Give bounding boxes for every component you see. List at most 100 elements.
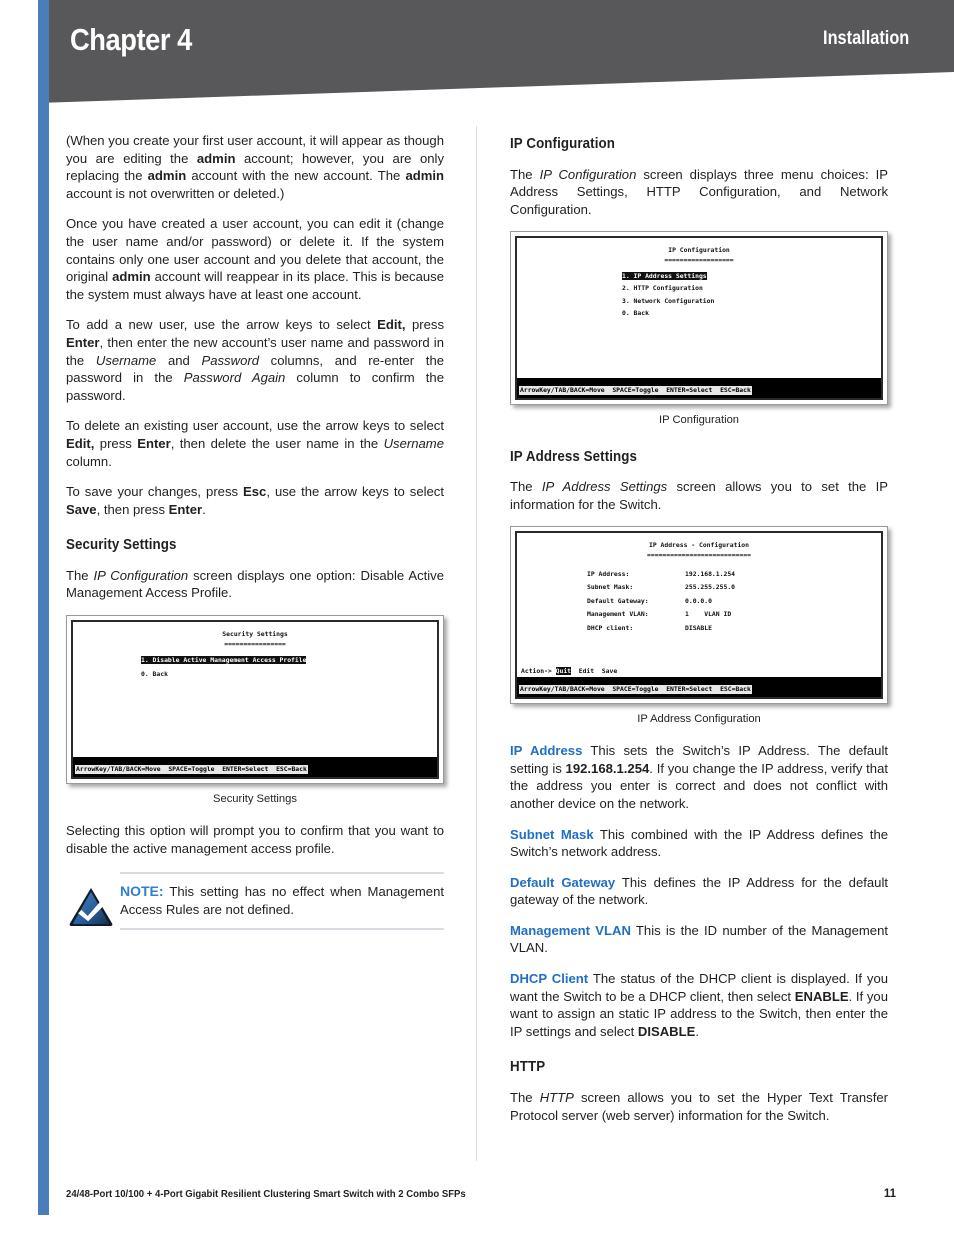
terminal-action-edit-save[interactable]: Edit Save (571, 667, 617, 675)
terminal-status-text: ArrowKey/TAB/BACK=Move SPACE=Toggle ENTE… (519, 386, 752, 396)
terminal-title-ip-address: IP Address - Configuration (648, 541, 750, 550)
note-body: NOTE: This setting has no effect when Ma… (120, 874, 444, 927)
terminal-menu-item-disable-profile[interactable]: 1. Disable Active Management Access Prof… (141, 656, 307, 665)
figure-frame: Security Settings ================ 1. Di… (66, 615, 444, 784)
paragraph-http-intro: The HTTP screen allows you to set the Hy… (510, 1089, 888, 1124)
paragraph-edit-delete-account: Once you have created a user account, yo… (66, 215, 444, 303)
keyword-ip-address: IP Address (510, 743, 583, 759)
heading-ip-configuration: IP Configuration (510, 136, 615, 152)
left-accent-strip (38, 0, 49, 1215)
bold-disable: DISABLE (637, 1023, 696, 1039)
terminal-menu-item-back[interactable]: 0. Back (73, 670, 437, 680)
text: , use the arrow keys to select (266, 484, 444, 500)
left-column: (When you create your first user account… (66, 132, 444, 944)
terminal-status-text: ArrowKey/TAB/BACK=Move SPACE=Toggle ENTE… (75, 765, 308, 775)
bold-enter-3: Enter (168, 501, 203, 517)
keyword-dhcp-client: DHCP Client (510, 971, 589, 987)
footer-product-name: 24/48-Port 10/100 + 4-Port Gigabit Resil… (66, 1189, 466, 1200)
bold-admin-3: admin (405, 168, 444, 184)
italic-ip-address-settings: IP Address Settings (541, 479, 668, 495)
figure-frame: IP Address - Configuration =============… (510, 526, 888, 704)
text: To delete an existing user account, use … (66, 418, 444, 434)
paragraph-ip-configuration-intro: The IP Configuration screen displays thr… (510, 166, 888, 219)
figure-caption-ip-configuration: IP Configuration (658, 413, 740, 426)
terminal-title-underline-security: ================ (224, 639, 286, 648)
terminal-menu-item-network-configuration[interactable]: 3. Network Configuration (517, 297, 881, 307)
terminal-menu-row: 1. Disable Active Management Access Prof… (73, 656, 437, 666)
text: To save your changes, press (66, 484, 244, 500)
terminal-status-text: ArrowKey/TAB/BACK=Move SPACE=Toggle ENTE… (519, 684, 752, 694)
terminal-action-row: Action-> Quit Edit Save (517, 667, 881, 677)
italic-username-1: Username (95, 352, 157, 368)
header-section-title: Installation (822, 28, 909, 49)
terminal-menu-row: 1. IP Address Settings (517, 271, 881, 282)
terminal-field-value[interactable]: 1 VLAN ID (517, 610, 881, 620)
bold-esc: Esc (243, 484, 267, 500)
figure-ip-configuration: IP Configuration ================== 1. I… (510, 231, 888, 429)
text: To add a new user, use the arrow keys to… (66, 317, 378, 333)
terminal-menu-item-http-configuration[interactable]: 2. HTTP Configuration (517, 284, 881, 294)
bold-save: Save (66, 501, 97, 517)
italic-password-again: Password Again (183, 370, 286, 386)
paragraph-security-settings-intro: The IP Configuration screen displays one… (66, 567, 444, 602)
definition-management-vlan: Management VLAN This is the ID number of… (510, 922, 888, 957)
text: press (405, 317, 444, 333)
terminal-title-security: Security Settings (222, 630, 288, 639)
terminal-title-ip-config: IP Configuration (668, 246, 730, 255)
heading-http: HTTP (510, 1059, 546, 1076)
text: , then delete the user name in the (170, 435, 384, 451)
terminal-menu-item-ip-address-settings[interactable]: 1. IP Address Settings (622, 271, 707, 280)
footer-page-number: 11 (883, 1188, 896, 1200)
italic-ip-configuration-2: IP Configuration (539, 166, 637, 182)
bold-default-ip: 192.168.1.254 (565, 760, 650, 776)
bold-enter-1: Enter (66, 334, 100, 350)
check-triangle-icon (68, 887, 114, 927)
figure-security-settings: Security Settings ================ 1. Di… (66, 615, 444, 808)
paragraph-save-changes: To save your changes, press Esc, use the… (66, 483, 444, 518)
figure-frame: IP Configuration ================== 1. I… (510, 231, 888, 405)
keyword-management-vlan: Management VLAN (510, 922, 631, 938)
bold-admin-2: admin (147, 168, 187, 184)
bold-admin-4: admin (112, 269, 151, 285)
terminal-menu-item-back[interactable]: 0. Back (517, 309, 881, 319)
terminal-body: Security Settings ================ 1. Di… (73, 622, 437, 758)
terminal-status-bar-ip-address: ArrowKey/TAB/BACK=Move SPACE=Toggle ENTE… (517, 676, 881, 697)
italic-username-2: Username (383, 435, 444, 451)
terminal-field-value[interactable]: 255.255.255.0 (517, 583, 881, 593)
note-bottom-rule (120, 927, 444, 930)
terminal-screen-ip-config: IP Configuration ================== 1. I… (515, 236, 883, 400)
terminal-action-quit[interactable]: Quit (555, 667, 572, 676)
text: account with the new account. The (186, 168, 406, 184)
keyword-subnet-mask: Subnet Mask (510, 826, 594, 842)
heading-ip-address-settings: IP Address Settings (510, 448, 638, 465)
paragraph-confirm-prompt: Selecting this option will prompt you to… (66, 823, 444, 856)
terminal-title-underline-ip-address: =========================== (647, 550, 751, 559)
text: column. (66, 453, 112, 469)
page-footer: 24/48-Port 10/100 + 4-Port Gigabit Resil… (66, 1188, 896, 1200)
bold-enter-2: Enter (137, 435, 171, 451)
terminal-field-value[interactable]: 192.168.1.254 (517, 570, 881, 580)
page-header: Chapter 4 Installation (0, 0, 954, 115)
bold-edit-2: Edit, (66, 435, 95, 451)
text: press (94, 435, 138, 451)
terminal-field-value[interactable]: 0.0.0.0 (517, 597, 881, 607)
text: The (66, 567, 94, 583)
text: . (695, 1023, 699, 1039)
text: , then press (96, 501, 169, 517)
column-divider (476, 126, 477, 1161)
note-label: NOTE: (120, 883, 164, 900)
text: and (156, 352, 202, 368)
text: The (510, 479, 542, 495)
italic-password: Password (201, 352, 260, 368)
terminal-field-value[interactable]: DISABLE (517, 624, 881, 634)
figure-ip-address-configuration: IP Address - Configuration =============… (510, 526, 888, 728)
terminal-body: IP Address - Configuration =============… (517, 533, 881, 668)
figure-caption-ip-address-configuration: IP Address Configuration (637, 712, 761, 725)
text: . (202, 501, 206, 517)
bold-enable: ENABLE (794, 988, 849, 1004)
chapter-title: Chapter 4 (70, 22, 192, 57)
text: The (510, 1090, 540, 1106)
figure-caption-security-settings: Security Settings (213, 792, 297, 805)
paragraph-delete-user: To delete an existing user account, use … (66, 417, 444, 470)
terminal-status-bar-ip-config: ArrowKey/TAB/BACK=Move SPACE=Toggle ENTE… (517, 378, 881, 398)
